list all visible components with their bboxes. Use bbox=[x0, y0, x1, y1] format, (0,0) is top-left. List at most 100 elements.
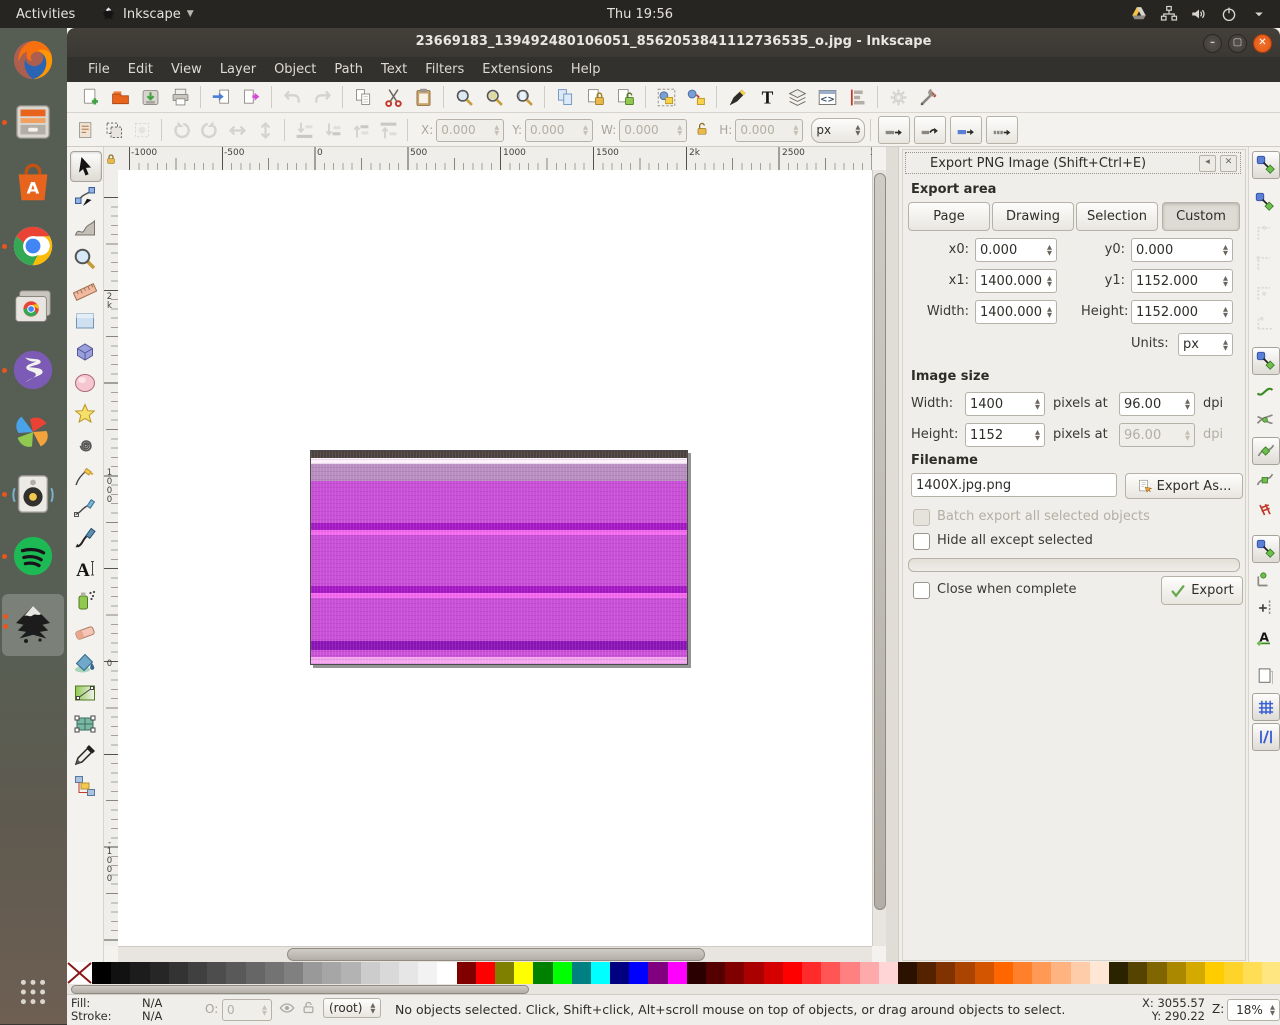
affect-move-toggle[interactable] bbox=[878, 116, 910, 144]
area-custom-button[interactable]: Custom bbox=[1162, 202, 1240, 231]
vertical-scrollbar[interactable] bbox=[872, 170, 887, 946]
tool-star[interactable] bbox=[70, 399, 100, 428]
swatch-none[interactable] bbox=[67, 962, 92, 984]
system-tray[interactable] bbox=[1122, 0, 1276, 28]
color-swatch[interactable] bbox=[898, 962, 917, 984]
redo-button[interactable] bbox=[309, 84, 335, 110]
chevron-down-icon[interactable] bbox=[1250, 5, 1268, 23]
color-swatch[interactable] bbox=[207, 962, 226, 984]
color-swatch[interactable] bbox=[322, 962, 341, 984]
color-swatch[interactable] bbox=[188, 962, 207, 984]
color-swatch[interactable] bbox=[591, 962, 610, 984]
snap-rotation-centers-button[interactable] bbox=[1252, 595, 1278, 621]
color-swatch[interactable] bbox=[418, 962, 437, 984]
menu-view[interactable]: View bbox=[162, 59, 211, 80]
color-swatch[interactable] bbox=[265, 962, 284, 984]
color-swatch[interactable] bbox=[111, 962, 130, 984]
color-swatch[interactable] bbox=[706, 962, 725, 984]
snap-line-midpoints-button[interactable] bbox=[1252, 497, 1278, 523]
color-swatch[interactable] bbox=[1186, 962, 1205, 984]
palette-scrollbar[interactable] bbox=[67, 984, 1280, 994]
menu-edit[interactable]: Edit bbox=[119, 59, 162, 80]
gdrive-icon[interactable] bbox=[1130, 5, 1148, 23]
flip-horizontal-button[interactable] bbox=[225, 118, 249, 142]
snap-bbox-center-button[interactable] bbox=[1252, 309, 1278, 335]
snap-bbox-corner-button[interactable] bbox=[1252, 249, 1278, 275]
layer-visibility-icon[interactable] bbox=[279, 1000, 295, 1019]
color-swatch[interactable] bbox=[572, 962, 591, 984]
dock-item-show-apps[interactable] bbox=[9, 968, 57, 1016]
tool-text[interactable]: A bbox=[70, 554, 100, 583]
color-swatch[interactable] bbox=[1147, 962, 1166, 984]
color-swatch[interactable] bbox=[150, 962, 169, 984]
ruler-corner-lock[interactable] bbox=[103, 147, 118, 170]
snap-guides-button[interactable] bbox=[1252, 723, 1280, 751]
raise-to-top-button[interactable] bbox=[376, 118, 400, 142]
align-button[interactable] bbox=[844, 84, 870, 110]
affect-rotate-toggle[interactable] bbox=[914, 116, 946, 144]
color-swatch[interactable] bbox=[936, 962, 955, 984]
color-swatch[interactable] bbox=[1090, 962, 1109, 984]
import-button[interactable] bbox=[208, 84, 234, 110]
color-swatch[interactable] bbox=[764, 962, 783, 984]
menu-object[interactable]: Object bbox=[265, 59, 325, 80]
color-swatch[interactable] bbox=[437, 962, 456, 984]
export-button[interactable] bbox=[238, 84, 264, 110]
units-select[interactable]: px▲▼ bbox=[1178, 333, 1233, 356]
dock-item-inkscape[interactable] bbox=[2, 594, 64, 656]
lock-ratio-icon[interactable] bbox=[695, 121, 709, 140]
dock-item-spotify[interactable] bbox=[9, 532, 57, 580]
color-swatch[interactable] bbox=[629, 962, 648, 984]
color-swatch[interactable] bbox=[533, 962, 552, 984]
rotate-cw-button[interactable] bbox=[197, 118, 221, 142]
color-swatch[interactable] bbox=[457, 962, 476, 984]
y-input[interactable]: 0.000▲▼ bbox=[525, 119, 593, 142]
color-swatch[interactable] bbox=[361, 962, 380, 984]
undo-button[interactable] bbox=[279, 84, 305, 110]
color-swatch[interactable] bbox=[1262, 962, 1280, 984]
color-swatch[interactable] bbox=[879, 962, 898, 984]
unlink-clone-button[interactable] bbox=[612, 84, 638, 110]
raise-button[interactable] bbox=[348, 118, 372, 142]
Width-input[interactable]: 1400.000▲▼ bbox=[975, 300, 1057, 324]
imported-image[interactable] bbox=[310, 450, 688, 665]
xml-editor-button[interactable]: <> bbox=[814, 84, 840, 110]
flip-vertical-button[interactable] bbox=[253, 118, 277, 142]
menu-layer[interactable]: Layer bbox=[211, 59, 265, 80]
color-swatch[interactable] bbox=[1128, 962, 1147, 984]
color-swatch[interactable] bbox=[553, 962, 572, 984]
zoom-drawing-button[interactable] bbox=[481, 84, 507, 110]
color-swatch[interactable] bbox=[725, 962, 744, 984]
print-button[interactable] bbox=[167, 84, 193, 110]
app-menu[interactable]: Inkscape ▼ bbox=[92, 0, 202, 28]
x0-input[interactable]: 0.000▲▼ bbox=[975, 238, 1057, 262]
snap-bbox-button[interactable] bbox=[1252, 189, 1278, 215]
panel-undock-button[interactable]: ◂ bbox=[1199, 155, 1216, 172]
copy-button[interactable] bbox=[350, 84, 376, 110]
minimize-button[interactable]: – bbox=[1203, 34, 1222, 53]
color-swatch[interactable] bbox=[1071, 962, 1090, 984]
color-swatch[interactable] bbox=[917, 962, 936, 984]
deselect-button[interactable] bbox=[130, 118, 154, 142]
rotate-ccw-button[interactable] bbox=[169, 118, 193, 142]
open-button[interactable] bbox=[107, 84, 133, 110]
tool-selector[interactable] bbox=[70, 151, 102, 182]
snap-object-centers-button[interactable] bbox=[1252, 565, 1278, 591]
batch-export-checkbox[interactable] bbox=[913, 509, 930, 526]
tool-node-editor[interactable] bbox=[70, 182, 100, 211]
x-input[interactable]: 0.000▲▼ bbox=[436, 119, 504, 142]
dock-item-files[interactable] bbox=[9, 98, 57, 146]
network-icon[interactable] bbox=[1160, 5, 1178, 23]
zoom-selection-button[interactable] bbox=[451, 84, 477, 110]
save-button[interactable] bbox=[137, 84, 163, 110]
hide-except-checkbox[interactable] bbox=[913, 533, 930, 550]
snap-path-intersections-button[interactable] bbox=[1252, 407, 1278, 433]
color-swatch[interactable] bbox=[840, 962, 859, 984]
snap-smooth-nodes-button[interactable] bbox=[1252, 467, 1278, 493]
color-swatch[interactable] bbox=[1205, 962, 1224, 984]
canvas[interactable] bbox=[118, 170, 872, 946]
filename-input[interactable]: 1400X.jpg.png bbox=[911, 473, 1117, 497]
snap-page-border-button[interactable] bbox=[1252, 663, 1278, 689]
dock-item-audio-player[interactable] bbox=[9, 470, 57, 518]
group-button[interactable] bbox=[653, 84, 679, 110]
